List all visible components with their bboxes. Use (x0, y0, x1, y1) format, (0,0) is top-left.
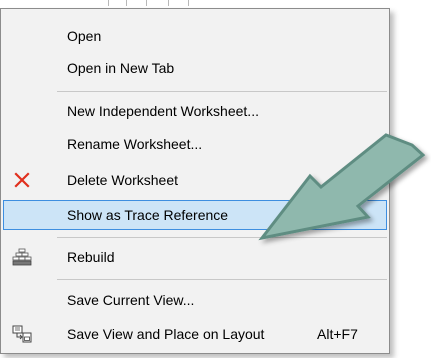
save-view-layout-icon (11, 324, 33, 344)
menu-item-shortcut: Alt+F7 (317, 326, 358, 342)
menu-item-label: Save View and Place on Layout (67, 326, 265, 342)
menu-item-label: Open in New Tab (67, 60, 175, 76)
menu-item-open[interactable]: Open (3, 21, 387, 51)
rebuild-icon (11, 247, 33, 267)
delete-x-icon (11, 170, 33, 190)
menu-separator (57, 279, 387, 280)
menu-item-label: Rebuild (67, 249, 115, 265)
background-tick (188, 0, 189, 6)
menu-item-show-as-trace-reference[interactable]: Show as Trace Reference (3, 200, 387, 230)
menu-item-delete-worksheet[interactable]: Delete Worksheet (3, 165, 387, 195)
menu-item-label: Show as Trace Reference (67, 207, 229, 223)
menu-item-open-in-new-tab[interactable]: Open in New Tab (3, 53, 387, 83)
menu-item-rebuild[interactable]: Rebuild (3, 242, 387, 272)
context-menu: Open Open in New Tab New Independent Wor… (0, 8, 390, 354)
menu-item-label: Rename Worksheet... (67, 136, 203, 152)
menu-item-save-view-and-place-on-layout[interactable]: Save View and Place on Layout Alt+F7 (3, 319, 387, 349)
background-tick (126, 0, 127, 6)
menu-item-new-independent-worksheet[interactable]: New Independent Worksheet... (3, 96, 387, 126)
menu-separator (57, 237, 387, 238)
menu-item-label: Open (67, 28, 102, 44)
background-tick (146, 0, 147, 6)
menu-item-rename-worksheet[interactable]: Rename Worksheet... (3, 129, 387, 159)
menu-separator (57, 91, 387, 92)
background-tick (108, 0, 109, 6)
menu-item-label: Save Current View... (67, 292, 195, 308)
background-tick (168, 0, 169, 6)
menu-item-label: New Independent Worksheet... (67, 103, 259, 119)
menu-item-save-current-view[interactable]: Save Current View... (3, 285, 387, 315)
menu-item-label: Delete Worksheet (67, 172, 179, 188)
